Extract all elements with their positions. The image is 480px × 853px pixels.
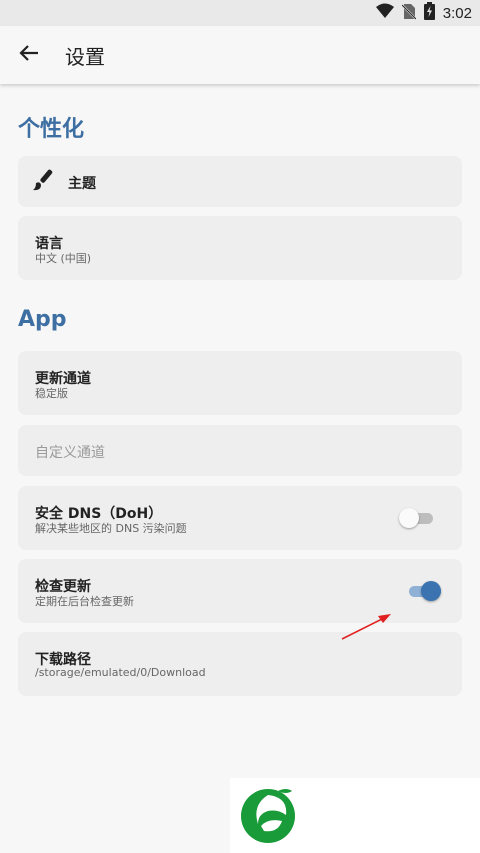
secure-dns-description: 解决某些地区的 DNS 污染问题 — [35, 522, 187, 535]
paintbrush-icon — [32, 169, 54, 197]
theme-setting[interactable]: 主题 — [18, 156, 462, 207]
leaf-logo — [241, 789, 295, 843]
annotation-arrow — [341, 614, 391, 640]
section-header-personalization: 个性化 — [18, 117, 85, 142]
check-updates-description: 定期在后台检查更新 — [35, 595, 134, 608]
status-icons: 3:02 — [375, 2, 472, 24]
custom-channel-label: 自定义通道 — [35, 445, 105, 461]
arrow-left-icon — [18, 44, 40, 66]
language-setting[interactable]: 语言 中文 (中国) — [18, 216, 462, 280]
back-button[interactable] — [14, 40, 44, 70]
language-value: 中文 (中国) — [35, 252, 92, 265]
secure-dns-toggle[interactable] — [399, 507, 435, 529]
check-updates-toggle[interactable] — [407, 580, 443, 602]
section-header-app: App — [18, 307, 67, 332]
wifi-icon — [375, 3, 394, 23]
app-bar: 设置 — [0, 26, 480, 84]
custom-channel-setting[interactable]: 自定义通道 — [18, 425, 462, 476]
page-title: 设置 — [65, 45, 105, 69]
logo-watermark — [230, 778, 480, 853]
theme-label: 主题 — [68, 176, 96, 192]
status-bar: 3:02 — [0, 0, 480, 26]
battery-charging-icon — [423, 2, 435, 24]
toggle-thumb — [399, 508, 419, 528]
secure-dns-setting[interactable]: 安全 DNS（DoH） 解决某些地区的 DNS 污染问题 — [18, 486, 462, 550]
toggle-thumb — [421, 581, 441, 601]
no-sim-icon — [401, 3, 417, 24]
download-path-value: /storage/emulated/0/Download — [35, 666, 206, 679]
status-time: 3:02 — [442, 4, 472, 22]
update-channel-setting[interactable]: 更新通道 稳定版 — [18, 351, 462, 415]
update-channel-value: 稳定版 — [35, 387, 68, 400]
